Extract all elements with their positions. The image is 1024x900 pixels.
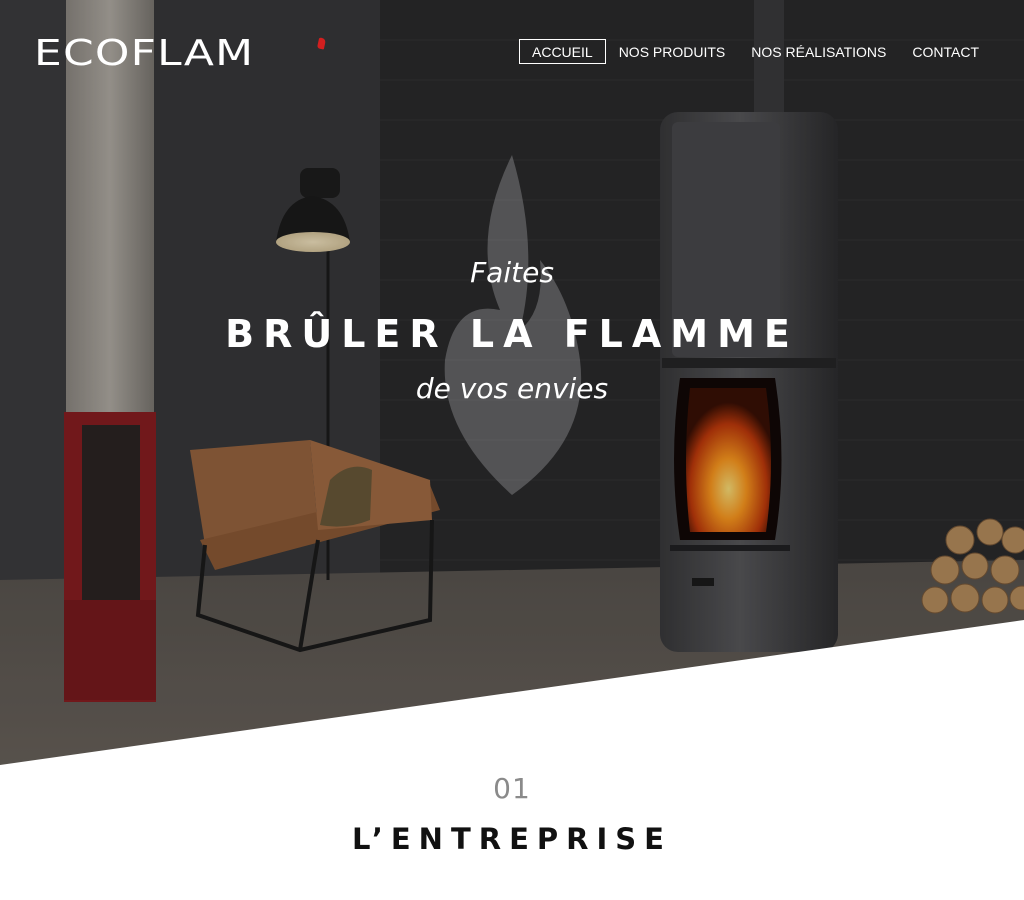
hero-headline: BRÛLER LA FLAMME bbox=[225, 312, 799, 356]
hero-tagline-line3: de vos envies bbox=[415, 372, 609, 405]
section-title: L’ENTREPRISE bbox=[352, 822, 672, 856]
hero-tagline-line1: Faites bbox=[470, 256, 554, 289]
section-number: 01 bbox=[493, 772, 531, 805]
hero-text-block: Faites BRÛLER LA FLAMME de vos envies bbox=[0, 0, 1024, 770]
